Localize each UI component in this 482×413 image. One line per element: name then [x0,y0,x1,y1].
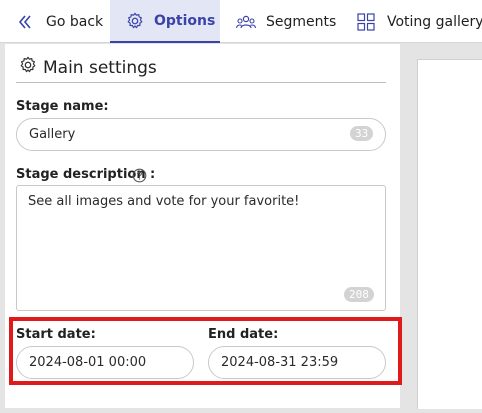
stage-name-label: Stage name: [16,99,109,114]
tab-go-back[interactable]: Go back [18,0,103,43]
stage-description-textarea[interactable]: See all images and vote for your favorit… [16,185,386,311]
gear-icon [126,12,144,30]
tab-segments[interactable]: Segments [236,0,336,43]
chevrons-left-icon [18,14,32,30]
tab-voting-gallery[interactable]: Voting gallery [357,0,482,43]
tab-go-back-label: Go back [46,13,104,30]
tab-segments-label: Segments [266,13,337,30]
tab-voting-gallery-label: Voting gallery [387,13,482,30]
stage-description-label: Stage description [16,167,146,182]
date-fields-highlight [9,317,402,385]
app-frame: Go back Options Segments Voting gallery … [0,0,482,413]
tab-options[interactable]: Options [110,0,220,43]
stage-name-value: Gallery [29,127,76,142]
preview-panel [400,44,482,413]
stage-description-colon: : [150,167,156,182]
stage-description-char-counter: 208 [344,287,374,302]
preview-canvas [417,59,482,409]
stage-name-char-counter: 33 [350,126,374,141]
grid-icon [357,12,375,31]
users-group-icon [236,15,256,29]
stage-name-input[interactable]: Gallery [16,118,386,151]
top-tab-bar: Go back Options Segments Voting gallery [0,0,482,43]
gear-icon [19,56,37,79]
stage-description-value: See all images and vote for your favorit… [28,194,300,209]
section-divider [16,82,386,83]
tab-options-label: Options [154,12,216,29]
section-title-label: Main settings [43,57,157,78]
section-title: Main settings [19,56,157,79]
